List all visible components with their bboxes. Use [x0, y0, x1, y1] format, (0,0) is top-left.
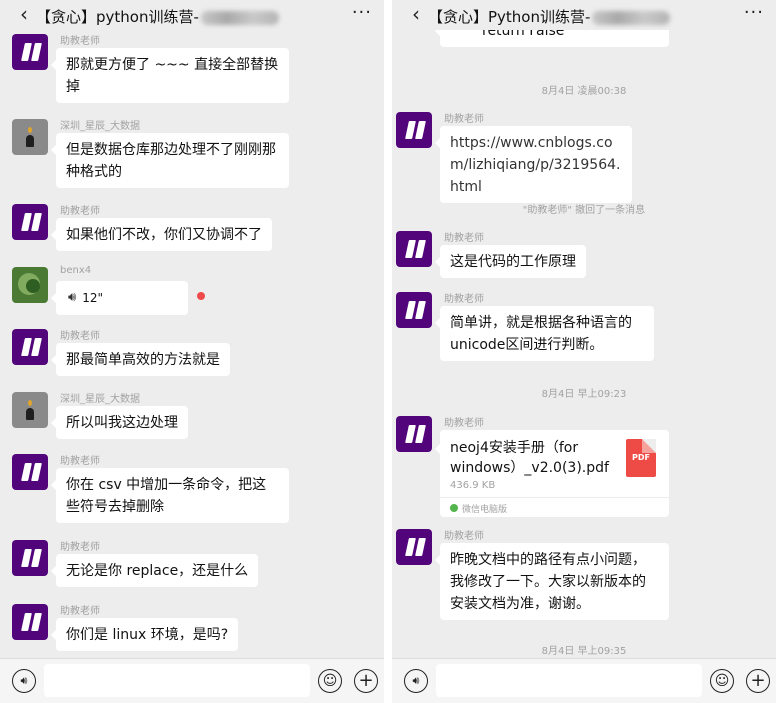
teacher-avatar[interactable] — [12, 540, 48, 576]
message-bubble[interactable]: 这是代码的工作原理 — [435, 245, 586, 278]
sender-name: 助教老师 — [444, 418, 484, 429]
message-bubble[interactable]: 你在 csv 中增加一条命令，把这些符号去掉删除 — [51, 468, 289, 523]
back-chevron-icon[interactable]: ‹ — [14, 4, 34, 24]
right-chat-panel: ‹ 【贪心】Python训练营- ··· return False 8月4日 凌… — [392, 0, 776, 703]
sender-name: 助教老师 — [60, 456, 100, 467]
voice-duration: 12" — [82, 291, 103, 305]
message-input[interactable] — [436, 664, 702, 697]
right-chat-title: 【贪心】Python训练营- — [428, 6, 671, 27]
message-bubble[interactable]: 你们是 linux 环境，是吗? — [50, 618, 239, 651]
unread-voice-dot — [197, 292, 205, 300]
left-message-list[interactable]: 助教老师 那就更方便了 ~~~ 直接全部替换掉 深圳_星辰_大数据 但是数据仓库… — [0, 30, 384, 658]
teacher-avatar[interactable] — [12, 329, 48, 365]
blurred-title-redaction — [200, 10, 279, 25]
right-message-list[interactable]: return False 8月4日 凌晨00:38 助教老师 https://w… — [392, 30, 776, 658]
timestamp: 8月4日 早上09:35 — [541, 646, 627, 657]
message-bubble[interactable]: 简单讲，就是根据各种语言的unicode区间进行判断。 — [435, 306, 654, 361]
wechat-mini-icon — [450, 504, 458, 512]
screenshot: ‹ 【贪心】python训练营- ··· 助教老师 那就更方便了 ~~~ 直接全… — [0, 0, 776, 703]
left-input-bar: 🔊︎ ☺︎ + — [0, 658, 384, 703]
teacher-avatar[interactable] — [396, 529, 432, 565]
timestamp: 8月4日 凌晨00:38 — [541, 86, 627, 97]
member-avatar[interactable] — [12, 119, 48, 155]
teacher-avatar[interactable] — [396, 292, 432, 328]
sender-name: 深圳_星辰_大数据 — [60, 394, 140, 405]
code-message-bubble[interactable]: return False — [435, 30, 669, 47]
right-input-bar: 🔊︎ ☺︎ + — [392, 658, 776, 703]
right-chat-header: ‹ 【贪心】Python训练营- ··· — [392, 0, 776, 30]
message-bubble[interactable]: 所以叫我这边处理 — [51, 406, 188, 439]
sender-name: benx4 — [60, 265, 92, 276]
sender-name: 助教老师 — [444, 114, 484, 125]
sender-name: 助教老师 — [60, 36, 100, 47]
sender-name: 助教老师 — [60, 606, 100, 617]
left-chat-title: 【贪心】python训练营- — [36, 6, 279, 27]
file-source-footer: 微信电脑版 — [440, 497, 669, 518]
member-avatar[interactable] — [12, 267, 48, 303]
more-options-icon[interactable]: ··· — [744, 1, 764, 25]
teacher-avatar[interactable] — [396, 112, 432, 148]
speaker-icon: 🔊︎ — [68, 290, 77, 305]
plus-icon[interactable]: + — [746, 669, 770, 693]
link-message-bubble[interactable]: https://www.cnblogs.com/lizhiqiang/p/321… — [435, 126, 632, 203]
message-bubble[interactable]: 无论是你 replace，还是什么 — [50, 554, 259, 587]
pdf-file-icon: PDF — [626, 439, 656, 477]
message-bubble[interactable]: 那最简单高效的方法就是 — [51, 343, 230, 376]
teacher-avatar[interactable] — [12, 204, 48, 240]
left-chat-panel: ‹ 【贪心】python训练营- ··· 助教老师 那就更方便了 ~~~ 直接全… — [0, 0, 384, 703]
message-bubble[interactable]: 那就更方便了 ~~~ 直接全部替换掉 — [51, 48, 289, 103]
voice-input-icon[interactable]: 🔊︎ — [12, 669, 36, 693]
message-bubble[interactable]: 昨晚文档中的路径有点小问题，我修改了一下。大家以新版本的安装文档为准，谢谢。 — [435, 543, 669, 620]
teacher-avatar[interactable] — [396, 416, 432, 452]
file-name: neoj4安装手册（for windows）_v2.0(3).pdf — [450, 440, 609, 476]
sender-name: 助教老师 — [60, 331, 100, 342]
emoji-icon[interactable]: ☺︎ — [318, 669, 342, 693]
teacher-avatar[interactable] — [12, 604, 48, 640]
plus-icon[interactable]: + — [354, 669, 378, 693]
teacher-avatar[interactable] — [12, 454, 48, 490]
sender-name: 助教老师 — [444, 294, 484, 305]
message-bubble[interactable]: 但是数据仓库那边处理不了刚刚那种格式的 — [51, 133, 289, 188]
left-chat-header: ‹ 【贪心】python训练营- ··· — [0, 0, 384, 30]
voice-input-icon[interactable]: 🔊︎ — [404, 669, 428, 693]
file-source: 微信电脑版 — [462, 505, 508, 515]
sender-name: 助教老师 — [60, 542, 100, 553]
sender-name: 助教老师 — [444, 531, 484, 542]
sender-name: 助教老师 — [60, 206, 100, 217]
timestamp: 8月4日 早上09:23 — [541, 389, 627, 400]
emoji-icon[interactable]: ☺︎ — [710, 669, 734, 693]
sender-name: 深圳_星辰_大数据 — [60, 121, 140, 132]
teacher-avatar[interactable] — [12, 34, 48, 70]
recall-notice: "助教老师" 撤回了一条消息 — [522, 205, 646, 216]
blurred-title-redaction — [592, 10, 671, 25]
file-message-card[interactable]: neoj4安装手册（for windows）_v2.0(3).pdf 436.9… — [435, 430, 669, 518]
message-bubble[interactable]: 如果他们不改，你们又协调不了 — [51, 218, 272, 251]
teacher-avatar[interactable] — [396, 231, 432, 267]
sender-name: 助教老师 — [444, 233, 484, 244]
more-options-icon[interactable]: ··· — [352, 1, 372, 25]
member-avatar[interactable] — [12, 392, 48, 428]
file-size: 436.9 KB — [450, 480, 496, 491]
back-chevron-icon[interactable]: ‹ — [406, 4, 426, 24]
voice-message-bubble[interactable]: 🔊︎ 12" — [51, 281, 188, 315]
message-input[interactable] — [44, 664, 310, 697]
